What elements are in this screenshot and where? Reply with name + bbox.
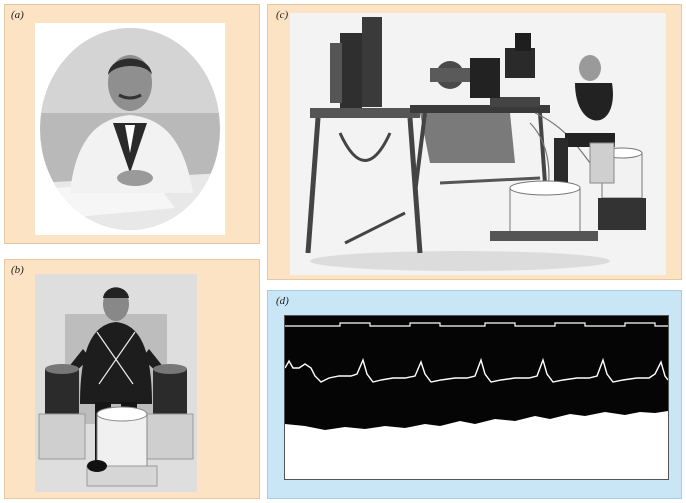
- panel-b: (b): [4, 259, 260, 499]
- panel-d-label: (d): [276, 295, 289, 307]
- panel-c-label: (c): [276, 9, 289, 21]
- subject-in-buckets-image: [35, 274, 197, 492]
- ecg-trace-image: [285, 316, 668, 479]
- ecg-trace-d: [284, 315, 669, 480]
- oval-portrait-image: [35, 23, 225, 235]
- panel-d: (d): [267, 290, 682, 499]
- electrocardiograph-photo-c: [290, 13, 666, 275]
- portrait-photo-a: [35, 23, 225, 235]
- subject-photo-b: [35, 274, 197, 492]
- panel-b-label: (b): [11, 264, 24, 276]
- panel-c: (c): [267, 4, 682, 280]
- panel-a-label: (a): [11, 9, 24, 21]
- panel-a: (a): [4, 4, 260, 244]
- electrocardiograph-apparatus-image: [290, 13, 666, 275]
